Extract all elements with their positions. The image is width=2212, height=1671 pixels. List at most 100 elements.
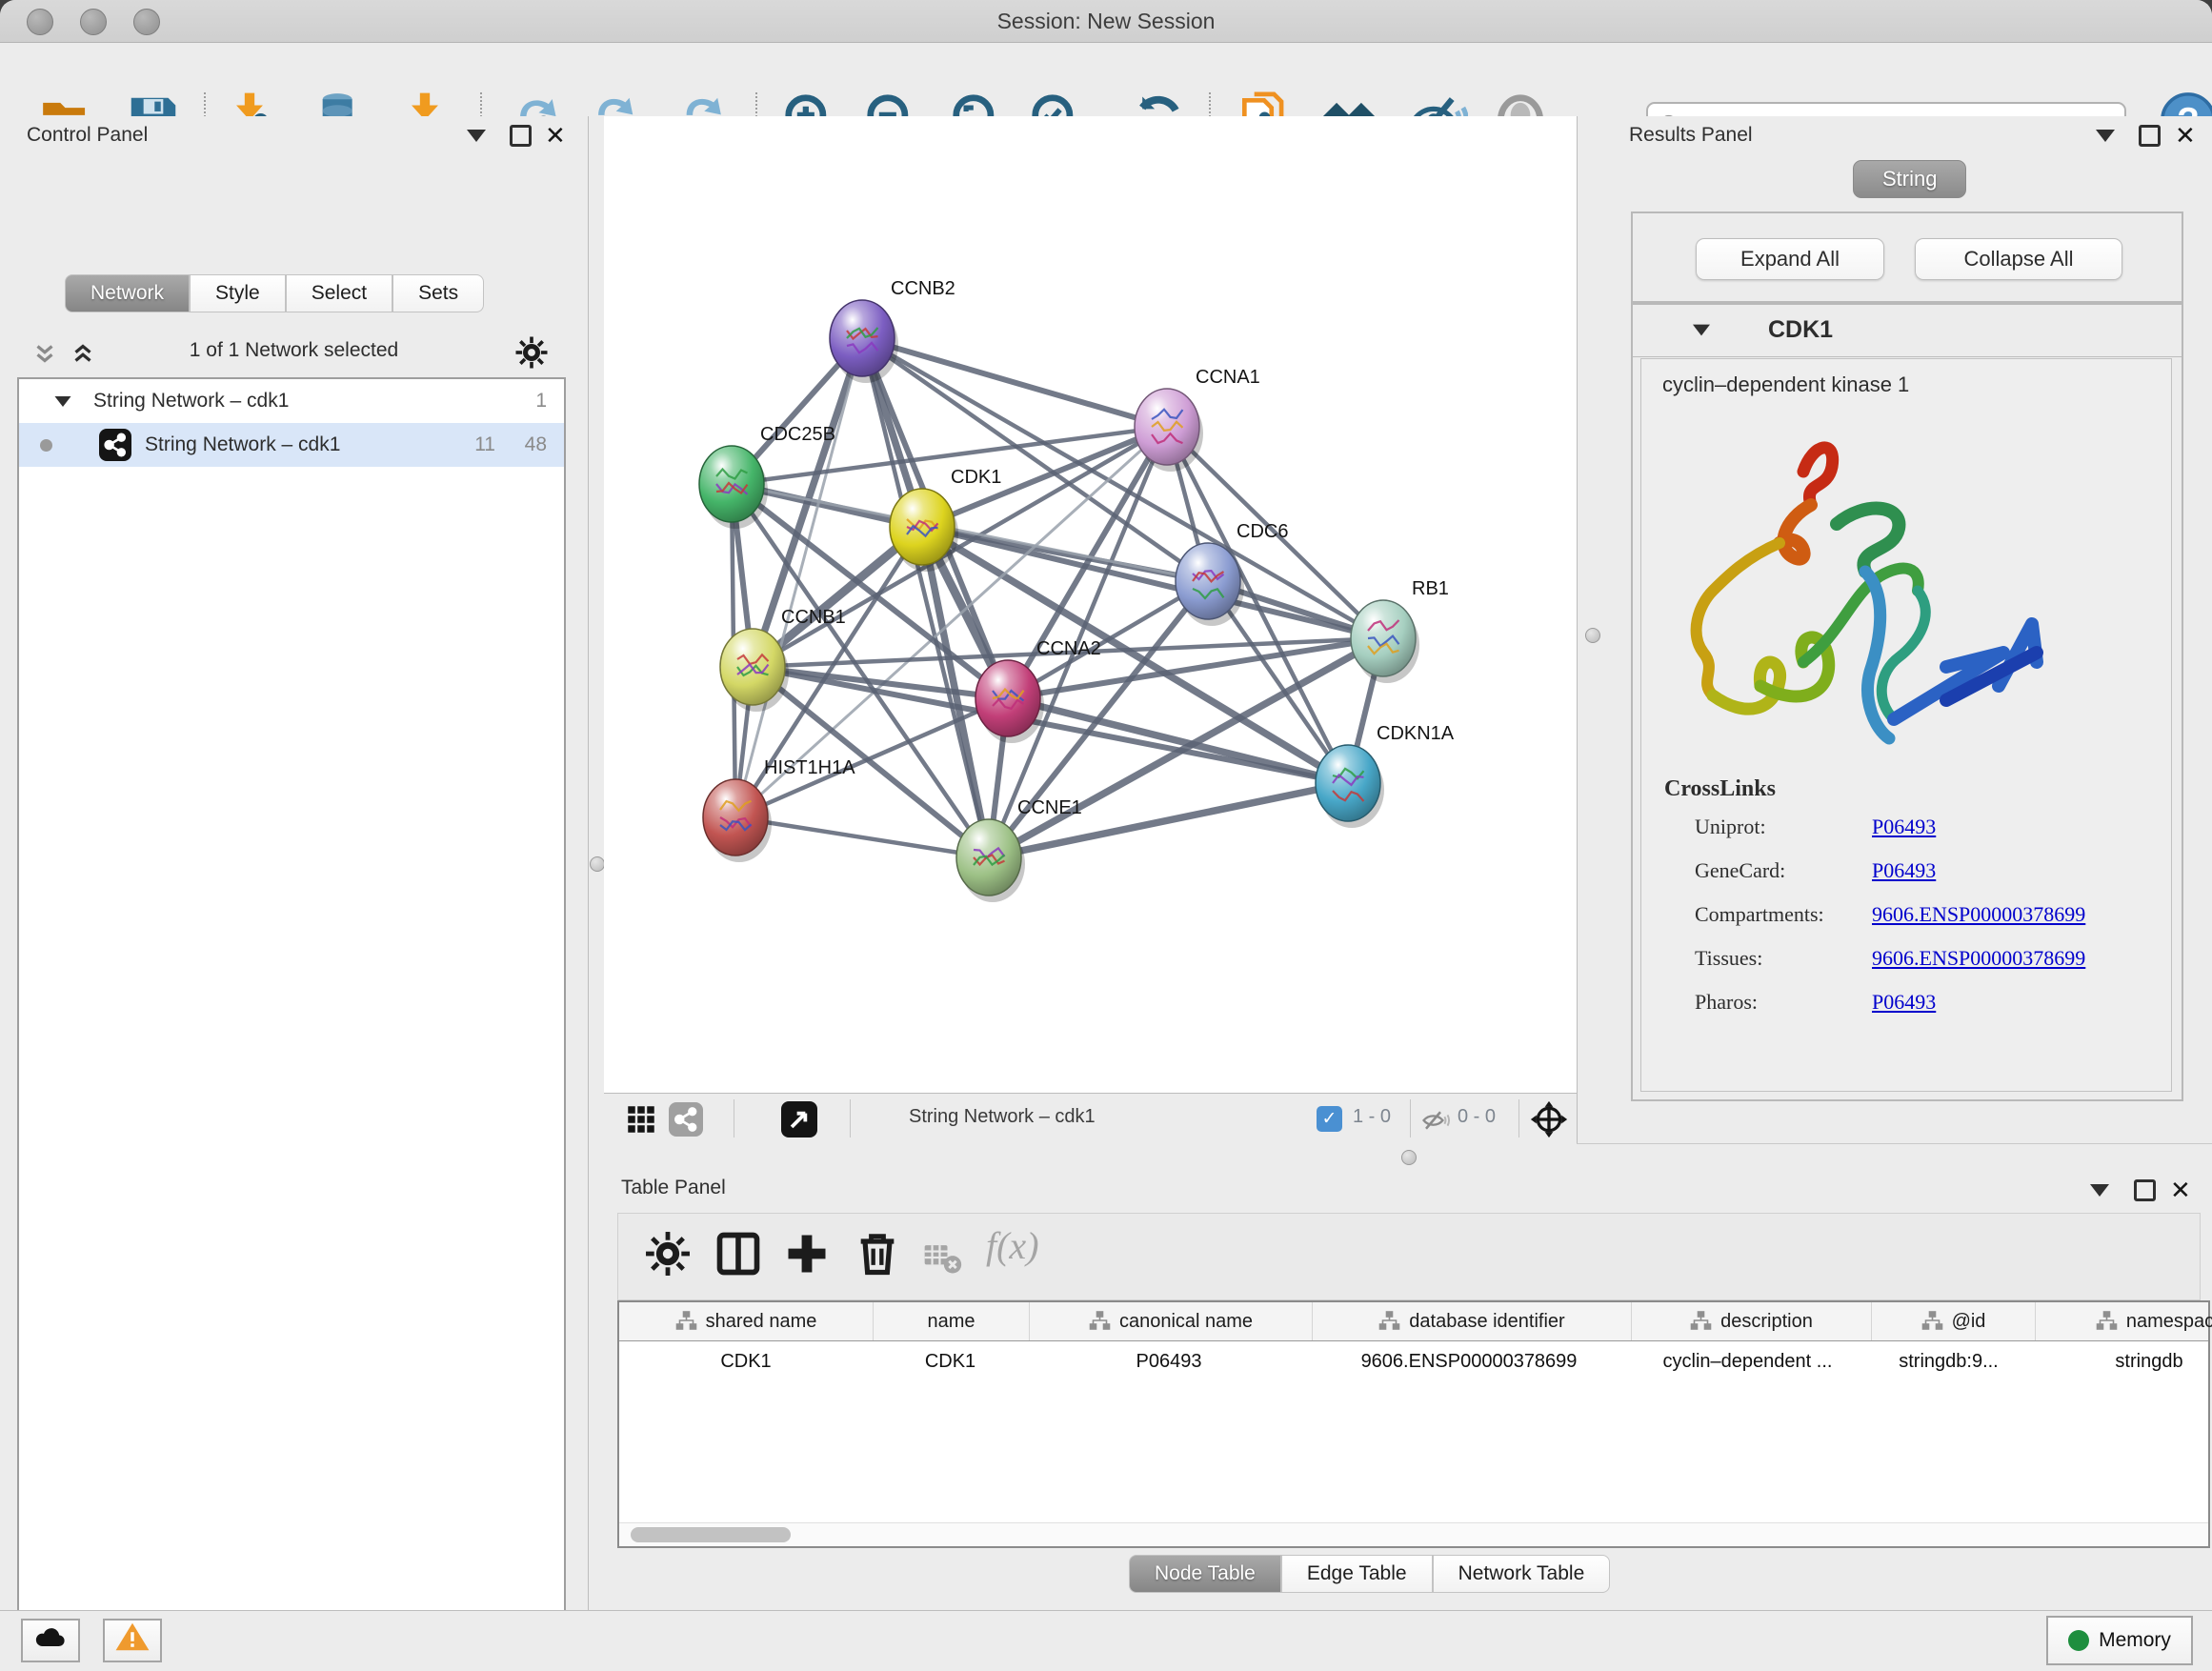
crosslink-link[interactable]: P06493 [1872, 858, 1936, 883]
results-panel-collapse-icon[interactable] [2096, 130, 2115, 142]
selected-checkbox-icon[interactable]: ✓ [1317, 1106, 1342, 1132]
tab-network-table[interactable]: Network Table [1433, 1555, 1611, 1593]
collapse-all-button[interactable]: Collapse All [1915, 238, 2122, 280]
crosslink-label: Uniprot: [1695, 815, 1766, 839]
right-splitter[interactable] [1577, 116, 1610, 1143]
column-header-label: shared name [706, 1311, 817, 1333]
crosslink-link[interactable]: 9606.ENSP00000378699 [1872, 902, 2085, 927]
bottom-splitter[interactable] [604, 1143, 2212, 1173]
column-header--id[interactable]: @id [1872, 1302, 2036, 1340]
splitter-grip[interactable] [590, 856, 605, 872]
control-panel-float-icon[interactable] [510, 125, 532, 147]
column-header-label: name [927, 1311, 975, 1333]
network-label: String Network – cdk1 [145, 423, 340, 467]
control-panel-close-icon[interactable]: ✕ [545, 128, 566, 144]
memory-button[interactable]: Memory [2046, 1616, 2193, 1665]
node-label-HIST1H1A: HIST1H1A [764, 757, 855, 778]
grid-view-icon[interactable] [627, 1105, 655, 1134]
network-edge[interactable] [862, 338, 1383, 638]
table-cell[interactable]: cyclin–dependent ... [1628, 1341, 1867, 1381]
crosslink-link[interactable]: P06493 [1872, 990, 1936, 1015]
splitter-grip[interactable] [1401, 1150, 1417, 1165]
shared-column-icon [1089, 1311, 1112, 1332]
hidden-eye-icon[interactable] [1421, 1106, 1450, 1135]
open-in-window-icon[interactable] [781, 1101, 817, 1137]
tab-sets[interactable]: Sets [392, 274, 484, 312]
network-node-CCNE1[interactable]: CCNE1 [956, 797, 1082, 902]
add-column-icon[interactable] [782, 1229, 832, 1278]
network-edge[interactable] [862, 338, 1167, 427]
network-node-CDKN1A[interactable]: CDKN1A [1316, 723, 1455, 828]
crosslink-label: Pharos: [1695, 990, 1758, 1015]
string-network-badge-icon[interactable] [669, 1102, 703, 1137]
table-panel-collapse-icon[interactable] [2090, 1184, 2109, 1197]
birds-eye-crosshair-icon[interactable] [1530, 1100, 1568, 1138]
warning-status-button[interactable] [103, 1619, 162, 1662]
entry-description: cyclin–dependent kinase 1 [1662, 372, 1909, 397]
node-label-CDC25B: CDC25B [760, 424, 835, 445]
entry-header[interactable]: CDK1 [1633, 305, 2182, 357]
crosslink-label: Compartments: [1695, 902, 1824, 927]
network-edge[interactable] [989, 783, 1348, 857]
network-node-HIST1H1A[interactable]: HIST1H1A [703, 757, 855, 862]
table-cell[interactable]: P06493 [1028, 1341, 1310, 1381]
table-cell[interactable]: 9606.ENSP00000378699 [1310, 1341, 1628, 1381]
column-header-database-identifier[interactable]: database identifier [1313, 1302, 1632, 1340]
column-header-description[interactable]: description [1632, 1302, 1872, 1340]
tab-style[interactable]: Style [190, 274, 286, 312]
column-header-namespac[interactable]: namespac [2036, 1302, 2212, 1340]
cloud-icon [31, 1621, 70, 1653]
column-header-label: database identifier [1409, 1311, 1564, 1333]
network-node-CCNB2[interactable]: CCNB2 [830, 278, 955, 383]
network-node-RB1[interactable]: RB1 [1351, 578, 1449, 683]
network-options-gear-icon[interactable] [514, 335, 549, 370]
table-cell[interactable]: CDK1 [873, 1341, 1028, 1381]
entry-collapse-icon[interactable] [1693, 325, 1710, 336]
node-table[interactable]: shared name name canonical name database id… [617, 1300, 2210, 1548]
table-cell[interactable]: CDK1 [619, 1341, 873, 1381]
tab-edge-table[interactable]: Edge Table [1281, 1555, 1433, 1593]
string-results-tab[interactable]: String [1853, 160, 1966, 198]
table-panel-float-icon[interactable] [2134, 1179, 2156, 1201]
network-graph[interactable]: CCNB2CCNA1CDC25BCDK1CDC6RB1CCNB1CCNA2CDK… [604, 116, 1577, 1093]
crosslink-row: GeneCard:P06493 [1641, 858, 2171, 902]
table-cell[interactable]: stringdb [2030, 1341, 2212, 1381]
delete-table-icon [921, 1237, 963, 1278]
column-header-shared-name[interactable]: shared name [619, 1302, 874, 1340]
shared-column-icon [1921, 1311, 1944, 1332]
tab-network[interactable]: Network [65, 274, 190, 312]
table-row[interactable]: CDK1CDK1P064939606.ENSP00000378699cyclin… [619, 1341, 2208, 1381]
network-node-CCNB1[interactable]: CCNB1 [720, 607, 846, 712]
network-row[interactable]: String Network – cdk1 11 48 [19, 423, 564, 467]
table-panel-close-icon[interactable]: ✕ [2170, 1182, 2191, 1198]
tab-node-table[interactable]: Node Table [1129, 1555, 1281, 1593]
tab-select[interactable]: Select [286, 274, 392, 312]
warning-icon [114, 1621, 151, 1653]
column-header-canonical-name[interactable]: canonical name [1030, 1302, 1313, 1340]
results-button-box: Expand All Collapse All [1631, 211, 2183, 303]
results-panel-float-icon[interactable] [2139, 125, 2161, 147]
control-panel-collapse-icon[interactable] [467, 130, 486, 142]
collection-expand-icon[interactable] [55, 396, 71, 407]
table-gear-icon[interactable] [643, 1229, 693, 1278]
table-cell[interactable]: stringdb:9... [1867, 1341, 2030, 1381]
delete-column-icon[interactable] [853, 1229, 902, 1278]
column-header-name[interactable]: name [874, 1302, 1030, 1340]
show-columns-icon[interactable] [714, 1229, 763, 1278]
table-toolbar: f(x) [617, 1213, 2201, 1300]
crosslink-label: Tissues: [1695, 946, 1762, 971]
shared-column-icon [1378, 1311, 1401, 1332]
cloud-status-button[interactable] [21, 1619, 80, 1662]
footer-separator [1518, 1099, 1519, 1137]
crosslink-row: Tissues: 9606.ENSP00000378699 [1641, 946, 2171, 990]
crosslink-link[interactable]: P06493 [1872, 815, 1936, 839]
network-canvas[interactable]: CCNB2CCNA1CDC25BCDK1CDC6RB1CCNB1CCNA2CDK… [604, 116, 1577, 1093]
scrollbar-thumb[interactable] [631, 1527, 791, 1542]
splitter-grip[interactable] [1585, 628, 1600, 643]
crosslink-link[interactable]: 9606.ENSP00000378699 [1872, 946, 2085, 971]
horizontal-scrollbar[interactable] [619, 1522, 2208, 1546]
table-tabs: Node TableEdge TableNetwork Table [1129, 1555, 1610, 1593]
network-collection-row[interactable]: String Network – cdk1 1 [19, 379, 564, 423]
results-panel-close-icon[interactable]: ✕ [2175, 128, 2196, 144]
expand-all-button[interactable]: Expand All [1696, 238, 1884, 280]
